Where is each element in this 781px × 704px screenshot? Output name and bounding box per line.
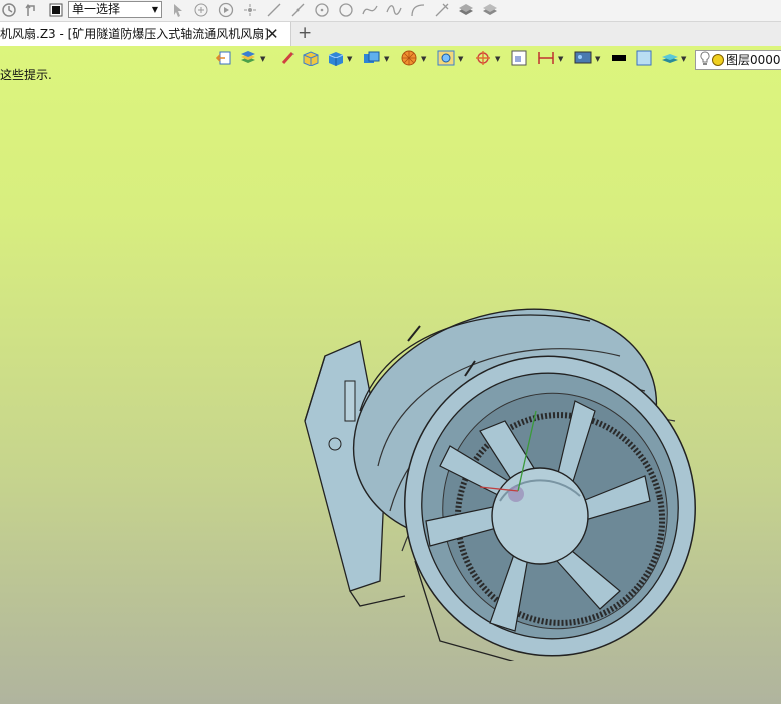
- chevron-down-icon[interactable]: ▼: [681, 55, 686, 63]
- spline-icon[interactable]: [362, 2, 378, 18]
- selection-mode-dropdown[interactable]: 单一选择 ▼: [68, 1, 162, 18]
- hint-text: 这些提示.: [0, 68, 52, 82]
- point-icon[interactable]: [242, 2, 258, 18]
- zoom-fit-icon[interactable]: [437, 50, 455, 68]
- circle-icon[interactable]: [338, 2, 354, 18]
- play-icon[interactable]: [218, 2, 234, 18]
- solid-shade-icon[interactable]: [302, 50, 320, 68]
- rebuild-icon[interactable]: [1, 2, 17, 18]
- undo-icon[interactable]: [24, 2, 40, 18]
- chevron-down-icon[interactable]: ▼: [347, 55, 352, 63]
- circle-center-icon[interactable]: [314, 2, 330, 18]
- chevron-down-icon[interactable]: ▼: [558, 55, 563, 63]
- layer-style-icon[interactable]: [240, 50, 258, 68]
- layer-stack-icon[interactable]: [458, 2, 474, 18]
- stop-icon[interactable]: [48, 2, 64, 18]
- close-icon[interactable]: ✕: [266, 22, 279, 46]
- line-color-swatch[interactable]: [611, 50, 627, 68]
- layer-selector[interactable]: 图层0000: [695, 50, 781, 70]
- chevron-down-icon[interactable]: ▼: [595, 55, 600, 63]
- top-toolbar: 单一选择 ▼: [0, 0, 781, 22]
- chevron-down-icon[interactable]: ▼: [384, 55, 389, 63]
- layer-status-dot-icon: [712, 54, 724, 66]
- chevron-down-icon: ▼: [151, 5, 158, 14]
- dimension-icon[interactable]: [537, 50, 555, 68]
- layer-manager-icon[interactable]: [661, 50, 679, 68]
- 3d-viewport[interactable]: 这些提示. ▼ ▼ ▼ ▼ ▼ ▼ ▼ ▼ ▼ 图层0000: [0, 46, 781, 704]
- chevron-down-icon[interactable]: ▼: [458, 55, 463, 63]
- line-icon[interactable]: [266, 2, 282, 18]
- rotate-view-icon[interactable]: [474, 50, 492, 68]
- document-tab[interactable]: 机风扇.Z3 - [矿用隧道防爆压入式轴流通风机风扇] ✕: [0, 22, 291, 46]
- lightbulb-icon[interactable]: [699, 51, 711, 67]
- layer-name: 图层0000: [726, 53, 781, 67]
- fill-color-swatch[interactable]: [636, 50, 652, 68]
- brush-icon[interactable]: [280, 50, 296, 68]
- curve-icon[interactable]: [386, 2, 402, 18]
- section-view-icon[interactable]: [511, 50, 527, 68]
- render-mode-icon[interactable]: [400, 50, 418, 68]
- chevron-down-icon[interactable]: ▼: [495, 55, 500, 63]
- selection-mode-value: 单一选择: [72, 2, 121, 16]
- trim-icon[interactable]: [434, 2, 450, 18]
- pick-arrow-icon[interactable]: [170, 2, 186, 18]
- chevron-down-icon[interactable]: ▼: [260, 55, 265, 63]
- display-settings-icon[interactable]: [574, 50, 592, 68]
- document-tab-title: 机风扇.Z3 - [矿用隧道防爆压入式轴流通风机风扇]: [0, 27, 269, 41]
- exit-icon[interactable]: [216, 50, 232, 68]
- view-cube-icon[interactable]: [363, 50, 381, 68]
- chevron-down-icon[interactable]: ▼: [421, 55, 426, 63]
- shaded-cube-icon[interactable]: [327, 50, 345, 68]
- arc-icon[interactable]: [410, 2, 426, 18]
- pick-filter-icon[interactable]: [193, 2, 209, 18]
- line-2-icon[interactable]: [290, 2, 306, 18]
- document-tabbar: 机风扇.Z3 - [矿用隧道防爆压入式轴流通风机风扇] ✕ +: [0, 22, 781, 46]
- layer-stack-2-icon[interactable]: [482, 2, 498, 18]
- axial-fan-3d-model[interactable]: [290, 261, 730, 661]
- new-tab-button[interactable]: +: [298, 22, 312, 45]
